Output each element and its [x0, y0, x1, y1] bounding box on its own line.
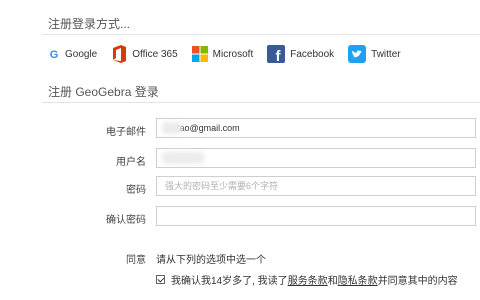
facebook-login-button[interactable]: f Facebook — [267, 45, 334, 63]
office365-label: Office 365 — [132, 48, 178, 60]
redaction-blur — [162, 152, 204, 164]
google-label: Google — [65, 48, 98, 60]
twitter-label: Twitter — [371, 48, 401, 60]
twitter-login-button[interactable]: Twitter — [348, 45, 401, 63]
privacy-link[interactable]: 隐私条款 — [338, 272, 378, 287]
google-icon: G — [48, 48, 60, 60]
redaction-blur — [162, 122, 182, 134]
register-section-title: 注册 GeoGebra 登录 — [48, 85, 159, 99]
divider — [42, 34, 480, 35]
microsoft-login-button[interactable]: Microsoft — [191, 46, 254, 62]
agree-text-and: 和 — [327, 276, 338, 287]
google-login-button[interactable]: G Google — [48, 48, 98, 61]
confirm-password-label: 确认密码 — [106, 215, 146, 226]
agree-text-suffix: 并同意其中的内容 — [377, 276, 458, 287]
password-label: 密码 — [126, 185, 146, 196]
terms-link[interactable]: 服务条款 — [288, 272, 328, 287]
agree-hint: 请从下列的选项中选一个 — [156, 255, 266, 266]
facebook-icon: f — [267, 45, 286, 63]
oauth-providers: G Google Office 365 Microsoft f Facebook… — [48, 45, 415, 63]
username-field[interactable] — [156, 148, 476, 168]
oauth-section-title: 注册登录方式... — [48, 17, 131, 31]
email-row: 电子邮件 — [0, 118, 480, 140]
agree-label: 同意 — [126, 255, 146, 266]
confirm-password-row: 确认密码 — [0, 206, 480, 228]
divider — [42, 102, 480, 103]
username-label: 用户名 — [116, 157, 146, 168]
username-row: 用户名 — [0, 148, 480, 170]
confirm-password-field[interactable] — [156, 206, 476, 226]
office365-icon — [111, 45, 127, 63]
microsoft-icon — [191, 46, 208, 62]
facebook-label: Facebook — [290, 48, 335, 60]
agree-text-prefix: 我确认我14岁多了, 我读了 — [171, 276, 288, 287]
twitter-icon — [348, 45, 367, 63]
password-field[interactable] — [156, 176, 476, 196]
agree-checkbox-row: 我确认我14岁多了, 我读了 服务条款 和 隐私条款 并同意其中的内容 — [156, 272, 458, 287]
microsoft-label: Microsoft — [212, 48, 254, 60]
svg-text:G: G — [50, 49, 59, 60]
office365-login-button[interactable]: Office 365 — [111, 45, 178, 63]
password-row: 密码 — [0, 176, 480, 198]
email-label: 电子邮件 — [106, 127, 146, 138]
agree-checkbox[interactable] — [156, 275, 165, 284]
email-field[interactable] — [156, 118, 476, 138]
